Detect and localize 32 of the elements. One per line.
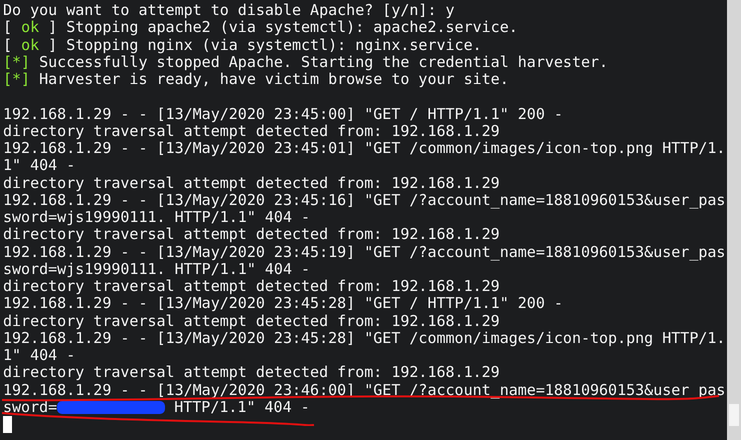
terminal-text: sword=wjs19990111. HTTP/1.1" 404 -	[3, 260, 310, 278]
terminal-text: 192.168.1.29 - - [13/May/2020 23:45:28] "GET / HTTP/1.1" 200 -	[3, 295, 563, 313]
terminal-text: Harvester is ready, have victim browse to your site.	[38, 71, 509, 88]
terminal-text: 192.168.1.29 - - [13/May/2020 23:45:19] "GET /?account_name=18810960153&user_pas	[3, 244, 726, 261]
terminal-text: directory traversal attempt detected from: 192.168.1.29	[3, 364, 500, 382]
terminal-text: 192.168.1.29 - - [13/May/2020 23:45:01] "GET /common/images/icon-top.png HTTP/1.	[3, 140, 726, 158]
terminal-text: sword=	[3, 398, 58, 416]
status-tag: [*]	[3, 71, 30, 88]
text-cursor	[3, 416, 12, 434]
terminal-text: sword=wjs19990111. HTTP/1.1" 404 -	[3, 209, 310, 226]
terminal-text: directory traversal attempt detected from: 192.168.1.29	[3, 278, 500, 296]
terminal-text: ] Stopping apache2 (via systemctl): apache2.service.	[48, 19, 518, 37]
terminal-text: HTTP/1.1" 404 -	[173, 398, 310, 416]
terminal-text: 1" 404 -	[3, 347, 76, 364]
terminal-text: 1" 404 -	[3, 157, 76, 175]
status-tag: ok	[21, 36, 40, 54]
terminal-text: directory traversal attempt detected from: 192.168.1.29	[3, 312, 500, 330]
terminal-text: ] Stopping nginx (via systemctl): nginx.service.	[47, 36, 482, 54]
terminal-text: 192.168.1.29 - - [13/May/2020 23:46:00] "GET /?account_name=18810960153&user_pas	[3, 382, 726, 399]
terminal-text: Successfully stopped Apache. Starting the credential harvester.	[38, 54, 608, 72]
scrollbar[interactable]	[727, 0, 741, 440]
terminal-text: directory traversal attempt detected from: 192.168.1.29	[3, 226, 500, 244]
terminal-text: 192.168.1.29 - - [13/May/2020 23:45:00] "GET / HTTP/1.1" 200 -	[3, 106, 563, 123]
status-tag: ok	[21, 19, 40, 37]
terminal-text: directory traversal attempt detected from: 192.168.1.29	[3, 174, 500, 192]
terminal-text: 192.168.1.29 - - [13/May/2020 23:45:16] "GET /?account_name=18810960153&user_pas	[3, 192, 726, 210]
terminal-text: [	[3, 36, 14, 54]
status-tag: [*]	[3, 54, 30, 72]
terminal-text: Do you want to attempt to disable Apache? [y/n]: y	[3, 2, 455, 20]
terminal-text: [	[3, 19, 14, 37]
terminal-text: 192.168.1.29 - - [13/May/2020 23:45:28] "GET /common/images/icon-top.png HTTP/1.	[3, 330, 726, 348]
terminal-text: directory traversal attempt detected from: 192.168.1.29	[3, 122, 500, 140]
